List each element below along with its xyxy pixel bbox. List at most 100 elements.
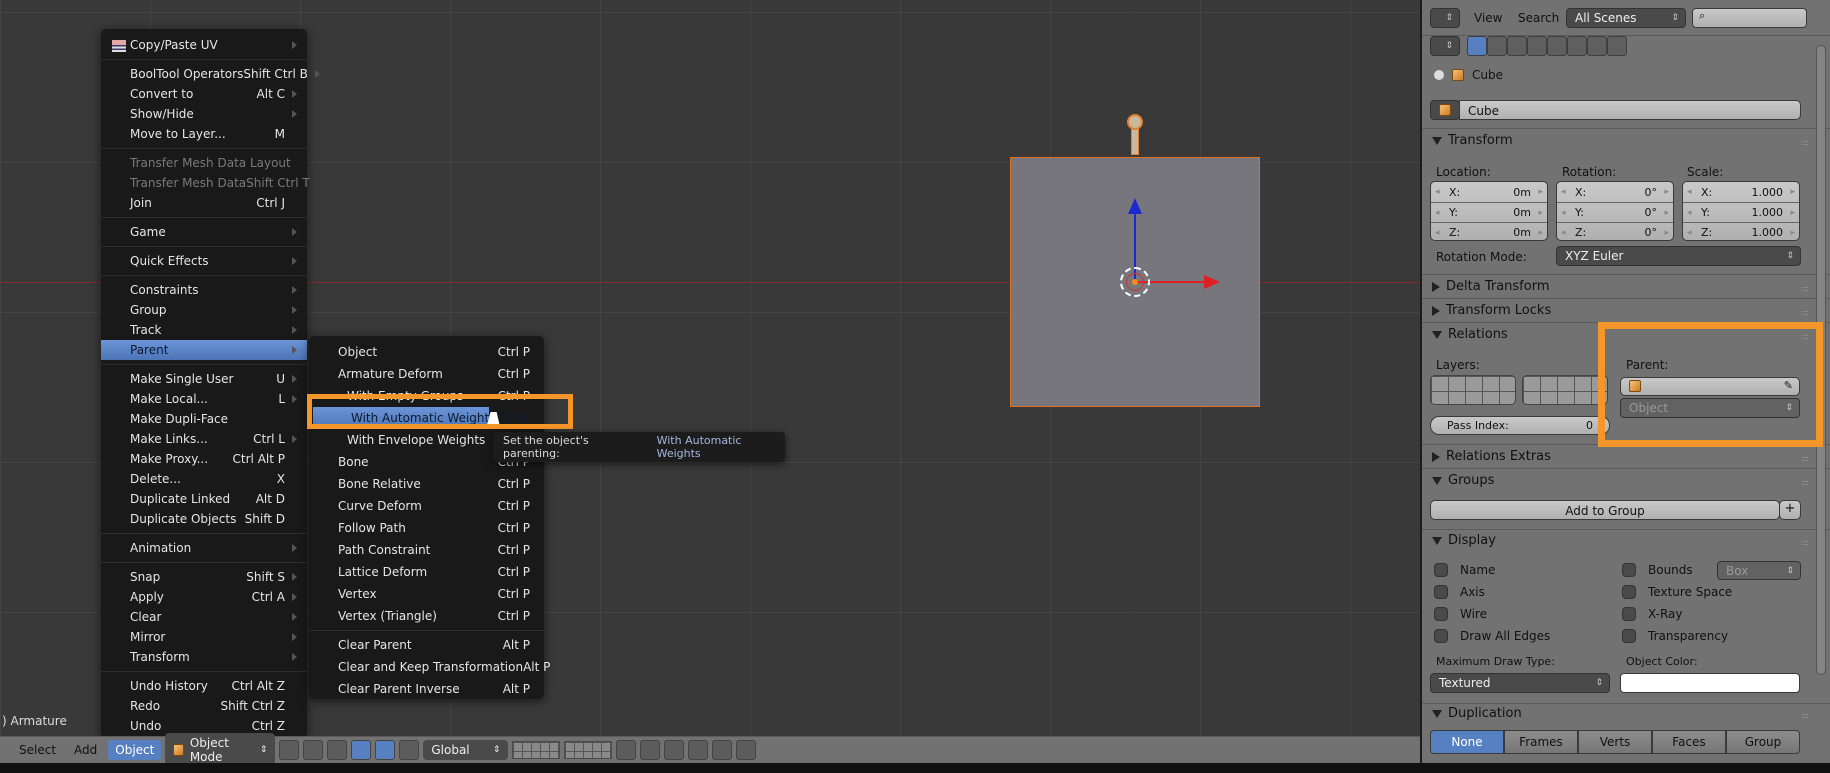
menu-item-quick-effects[interactable]: Quick Effects <box>101 251 307 271</box>
menu-item-make-single-user[interactable]: Make Single User U <box>101 369 307 389</box>
parent-item-clear-parent[interactable]: Clear Parent Alt P <box>309 634 544 656</box>
checkbox-box[interactable] <box>1434 607 1448 621</box>
object-name-field[interactable]: Cube <box>1459 100 1801 120</box>
checkbox-x-ray[interactable]: X-Ray <box>1622 607 1682 621</box>
material-tab-icon[interactable] <box>1547 36 1567 56</box>
relations-extras-panel-header[interactable]: Relations Extras <box>1432 449 1551 464</box>
outliner-search-input[interactable]: ⌕ <box>1692 8 1807 28</box>
layers-grid-2[interactable] <box>564 741 613 759</box>
number-field[interactable]: Z: 0m <box>1431 222 1547 242</box>
transform-locks-panel-header[interactable]: Transform Locks <box>1432 303 1551 318</box>
viewport-shading-icon[interactable] <box>279 740 300 760</box>
data-tab-icon[interactable] <box>1527 36 1547 56</box>
menu-item-game[interactable]: Game <box>101 222 307 242</box>
object-tab-icon[interactable] <box>1467 36 1487 56</box>
panel-grip-icon[interactable]: :::: <box>1801 478 1809 487</box>
menu-item-booltool-operators[interactable]: BoolTool Operators Shift Ctrl B <box>101 64 320 84</box>
manipulator-toggle-icon[interactable] <box>327 740 348 760</box>
relations-panel-header[interactable]: Relations <box>1432 327 1508 342</box>
duplication-option-frames[interactable]: Frames <box>1504 730 1578 754</box>
armature-bone[interactable] <box>1131 129 1139 155</box>
texture-tab-icon[interactable] <box>1567 36 1587 56</box>
parent-item-object[interactable]: Object Ctrl P <box>309 341 544 363</box>
menu-item-clear[interactable]: Clear <box>101 607 307 627</box>
panel-grip-icon[interactable]: :::: <box>1801 284 1809 293</box>
duplication-option-none[interactable]: None <box>1430 730 1504 754</box>
parent-item-vertex[interactable]: Vertex Ctrl P <box>309 583 544 605</box>
menu-item-convert-to[interactable]: Convert to Alt C <box>101 84 307 104</box>
menu-item-duplicate-linked[interactable]: Duplicate Linked Alt D <box>101 489 307 509</box>
armature-bone-head[interactable] <box>1127 114 1143 130</box>
number-field[interactable]: X: 0° <box>1557 182 1673 202</box>
menu-item-redo[interactable]: Redo Shift Ctrl Z <box>101 696 307 716</box>
menu-item-make-local[interactable]: Make Local... L <box>101 389 307 409</box>
translate-manipulator-icon[interactable] <box>351 740 372 760</box>
lock-layers-icon[interactable] <box>616 740 637 760</box>
menu-item-make-links[interactable]: Make Links... Ctrl L <box>101 429 307 449</box>
menu-item-group[interactable]: Group <box>101 300 307 320</box>
parent-item-armature-deform[interactable]: Armature Deform Ctrl P <box>309 363 544 385</box>
object-menu-button[interactable]: Object <box>108 740 162 760</box>
object-datablock-dropdown[interactable] <box>1430 100 1460 120</box>
properties-editor-type-dropdown[interactable]: ⇕ <box>1430 36 1460 56</box>
number-field[interactable]: Y: 1.000 <box>1683 202 1799 222</box>
checkbox-box[interactable] <box>1622 629 1636 643</box>
max-draw-type-dropdown[interactable]: Textured ⇕ <box>1430 673 1610 693</box>
menu-item-transform[interactable]: Transform <box>101 647 307 667</box>
mode-dropdown[interactable]: Object Mode ⇕ <box>165 733 276 767</box>
menu-item-make-proxy[interactable]: Make Proxy... Ctrl Alt P <box>101 449 307 469</box>
pin-icon[interactable] <box>1434 70 1444 80</box>
rotate-manipulator-icon[interactable] <box>375 740 396 760</box>
scale-manipulator-icon[interactable] <box>399 740 420 760</box>
panel-grip-icon[interactable]: :::: <box>1801 138 1809 147</box>
gizmo-z-arrowhead[interactable] <box>1128 198 1142 214</box>
rotation-mode-dropdown[interactable]: XYZ Euler ⇕ <box>1556 246 1801 266</box>
number-field[interactable]: Y: 0m <box>1431 202 1547 222</box>
menu-item-constraints[interactable]: Constraints <box>101 280 307 300</box>
menu-item-undo-history[interactable]: Undo History Ctrl Alt Z <box>101 676 307 696</box>
snap-element-icon[interactable] <box>688 740 709 760</box>
proportional-edit-icon[interactable] <box>640 740 661 760</box>
physics-tab-icon[interactable] <box>1607 36 1627 56</box>
parent-item-curve-deform[interactable]: Curve Deform Ctrl P <box>309 495 544 517</box>
constraints-tab-icon[interactable] <box>1487 36 1507 56</box>
menu-item-duplicate-objects[interactable]: Duplicate Objects Shift D <box>101 509 307 529</box>
modifiers-tab-icon[interactable] <box>1507 36 1527 56</box>
bounds-type-dropdown[interactable]: Box ⇕ <box>1717 561 1801 580</box>
menu-item-apply[interactable]: Apply Ctrl A <box>101 587 307 607</box>
menu-item-move-to-layer[interactable]: Move to Layer... M <box>101 124 307 144</box>
add-to-group-button[interactable]: Add to Group <box>1430 500 1780 520</box>
groups-panel-header[interactable]: Groups <box>1432 473 1494 488</box>
menu-item-make-dupli-face[interactable]: Make Dupli-Face <box>101 409 307 429</box>
editor-type-dropdown[interactable]: ⇕ <box>1430 8 1460 28</box>
number-field[interactable]: Y: 0° <box>1557 202 1673 222</box>
parent-item-bone-relative[interactable]: Bone Relative Ctrl P <box>309 473 544 495</box>
render-animation-icon[interactable] <box>736 740 757 760</box>
panel-grip-icon[interactable]: :::: <box>1801 308 1809 317</box>
render-opengl-icon[interactable] <box>712 740 733 760</box>
checkbox-box[interactable] <box>1434 563 1448 577</box>
parent-item-vertex-triangle[interactable]: Vertex (Triangle) Ctrl P <box>309 605 544 627</box>
checkbox-box[interactable] <box>1622 585 1636 599</box>
checkbox-texture-space[interactable]: Texture Space <box>1622 585 1732 599</box>
duplication-option-verts[interactable]: Verts <box>1578 730 1652 754</box>
menu-item-animation[interactable]: Animation <box>101 538 307 558</box>
menu-item-show-hide[interactable]: Show/Hide <box>101 104 307 124</box>
add-menu[interactable]: Add <box>67 740 104 760</box>
number-field[interactable]: X: 1.000 <box>1683 182 1799 202</box>
pivot-point-icon[interactable] <box>303 740 324 760</box>
gizmo-x-arrowhead[interactable] <box>1204 275 1220 289</box>
number-field[interactable]: Z: 0° <box>1557 222 1673 242</box>
add-group-plus-button[interactable]: + <box>1779 500 1801 520</box>
panel-grip-icon[interactable]: :::: <box>1801 538 1809 547</box>
menu-item-join[interactable]: Join Ctrl J <box>101 193 307 213</box>
duplication-panel-header[interactable]: Duplication <box>1432 706 1522 721</box>
duplication-option-faces[interactable]: Faces <box>1652 730 1726 754</box>
checkbox-wire[interactable]: Wire <box>1434 607 1487 621</box>
layers-grid-right[interactable] <box>1522 375 1608 405</box>
scenes-dropdown[interactable]: All Scenes ⇕ <box>1566 8 1686 28</box>
display-panel-header[interactable]: Display <box>1432 533 1496 548</box>
menu-item-mirror[interactable]: Mirror <box>101 627 307 647</box>
checkbox-box[interactable] <box>1434 585 1448 599</box>
layers-grid-left[interactable] <box>1430 375 1516 405</box>
